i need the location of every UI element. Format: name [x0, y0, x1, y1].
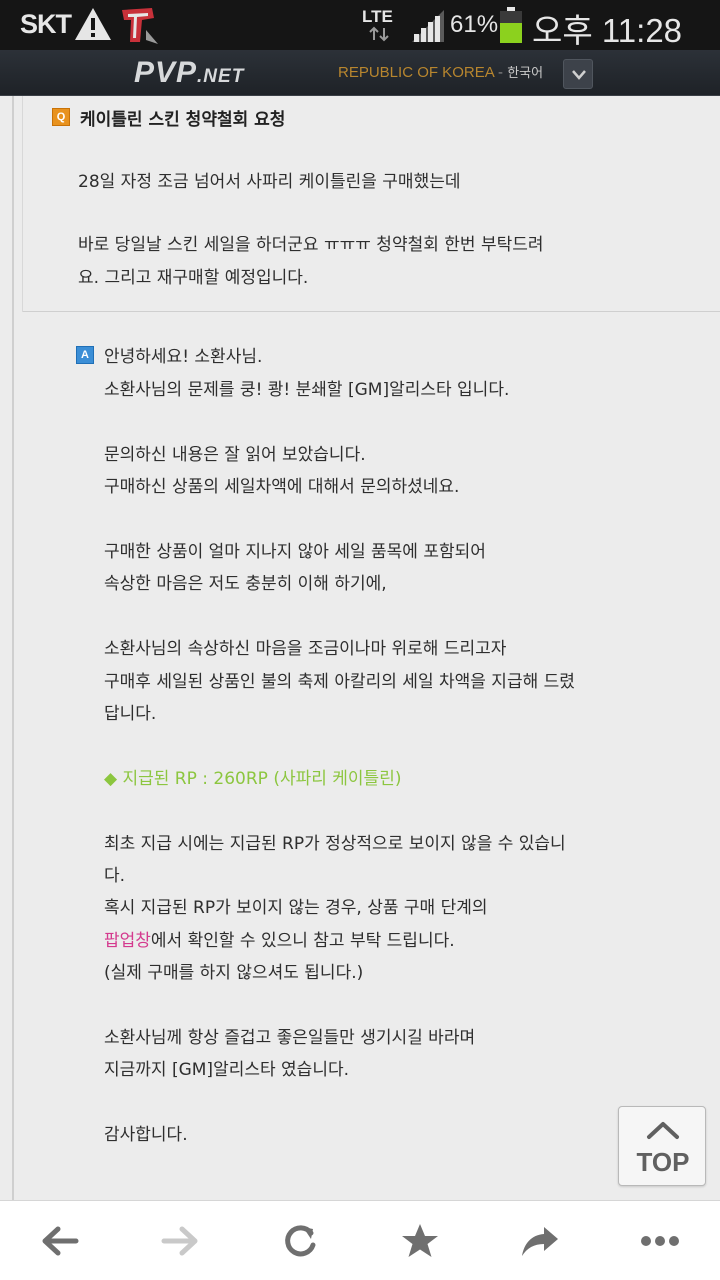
- logo-main: PVP: [134, 56, 198, 89]
- lte-icon: LTE: [362, 7, 393, 42]
- answer-line: (실제 구매를 하지 않으셔도 됩니다.): [104, 963, 364, 984]
- chevron-down-icon: [572, 70, 586, 80]
- question-paragraph: 바로 당일날 스킨 세일을 하더군요 ㅠㅠㅠ 청약철회 한번 부탁드려: [78, 235, 544, 255]
- site-header: PVP.NET REPUBLIC OF KOREA - 한국어: [0, 50, 720, 96]
- answer-line: 소환사님께 항상 즐겁고 좋은일들만 생기시길 바라며: [104, 1028, 476, 1049]
- browser-nav-bar: [0, 1200, 720, 1280]
- question-section: Q 케이틀린 스킨 청약철회 요청 28일 자정 조금 넘어서 사파리 케이틀린…: [22, 96, 720, 312]
- svg-text:LTE: LTE: [362, 7, 393, 26]
- answer-section: A 안녕하세요! 소환사님. 소환사님의 문제를 쿵! 쾅! 분쇄할 [GM]알…: [22, 318, 720, 1200]
- answer-line: 문의하신 내용은 잘 읽어 보았습니다.: [104, 444, 366, 465]
- bookmark-button[interactable]: [398, 1219, 442, 1263]
- region-label: REPUBLIC OF KOREA: [338, 64, 494, 81]
- answer-line: 지금까지 [GM]알리스타 였습니다.: [104, 1060, 349, 1081]
- back-arrow-icon: [42, 1226, 79, 1256]
- more-dots-icon: [641, 1236, 679, 1246]
- battery-percent: 61%: [450, 11, 499, 38]
- signal-strength-icon: [412, 10, 444, 42]
- refresh-icon: [285, 1225, 316, 1257]
- status-bar: SKT LTE 61% 오후 11:28: [0, 0, 720, 50]
- pvp-net-logo[interactable]: PVP.NET: [134, 56, 244, 90]
- region-selector[interactable]: REPUBLIC OF KOREA - 한국어: [338, 62, 543, 81]
- more-menu-button[interactable]: [638, 1219, 682, 1263]
- answer-line: 소환사님의 속상하신 마음을 조금이나마 위로해 드리고자: [104, 639, 507, 660]
- logo-sub: .NET: [197, 66, 245, 87]
- answer-line: 구매한 상품이 얼마 지나지 않아 세일 품목에 포함되어: [104, 542, 486, 562]
- warning-icon: [75, 8, 111, 40]
- answer-line: 구매하신 상품의 세일차액에 대해서 문의하셨네요.: [104, 477, 460, 498]
- carrier-label: SKT: [20, 9, 72, 39]
- content-left-border: [12, 96, 14, 1200]
- forward-arrow-icon: [161, 1226, 198, 1256]
- answer-line: 답니다.: [104, 704, 157, 725]
- question-body: 28일 자정 조금 넘어서 사파리 케이틀린을 구매했는데 바로 당일날 스킨 …: [78, 166, 638, 295]
- answer-line: 혹시 지급된 RP가 보이지 않는 경우, 상품 구매 단계의: [104, 898, 488, 919]
- back-button[interactable]: [38, 1219, 82, 1263]
- answer-body: 소환사님의 문제를 쿵! 쾅! 분쇄할 [GM]알리스타 입니다. 문의하신 내…: [104, 374, 624, 1152]
- answer-line: 구매후 세일된 상품인 불의 축제 아칼리의 세일 차액을 지급해 드렸: [104, 671, 575, 692]
- share-icon: [522, 1227, 558, 1256]
- question-paragraph: 28일 자정 조금 넘어서 사파리 케이틀린을 구매했는데: [78, 172, 461, 192]
- refresh-button[interactable]: [278, 1219, 322, 1263]
- question-paragraph: 요. 그리고 재구매할 예정입니다.: [78, 268, 309, 288]
- scroll-top-label: TOP: [636, 1147, 690, 1177]
- forward-button[interactable]: [158, 1219, 202, 1263]
- scroll-top-button[interactable]: TOP: [618, 1106, 706, 1186]
- star-icon: [402, 1224, 438, 1257]
- answer-icon: A: [76, 346, 94, 364]
- clock: 오후 11:28: [532, 12, 683, 49]
- popup-link[interactable]: 팝업창: [104, 931, 151, 951]
- answer-line: 팝업창에서 확인할 수 있으니 참고 부탁 드립니다.: [104, 925, 624, 957]
- share-button[interactable]: [518, 1219, 562, 1263]
- answer-line: 속상한 마음은 저도 충분히 이해 하기에,: [104, 574, 387, 595]
- answer-line: 다.: [104, 866, 126, 887]
- answer-line: 감사합니다.: [104, 1125, 188, 1146]
- rp-granted-highlight: ◆ 지급된 RP : 260RP (사파리 케이틀린): [104, 768, 402, 789]
- battery-icon: [500, 7, 522, 43]
- chevron-up-icon: [647, 1122, 679, 1139]
- region-separator: -: [493, 64, 508, 81]
- tmap-app-icon: [122, 8, 158, 44]
- answer-line-rest: 에서 확인할 수 있으니 참고 부탁 드립니다.: [150, 930, 455, 951]
- region-dropdown-button[interactable]: [563, 59, 593, 89]
- answer-line: 소환사님의 문제를 쿵! 쾅! 분쇄할 [GM]알리스타 입니다.: [104, 380, 510, 400]
- question-icon: Q: [52, 108, 70, 126]
- inquiry-content: Q 케이틀린 스킨 청약철회 요청 28일 자정 조금 넘어서 사파리 케이틀린…: [0, 96, 720, 1200]
- answer-greeting: 안녕하세요! 소환사님.: [104, 347, 263, 367]
- question-title: 케이틀린 스킨 청약철회 요청: [80, 110, 286, 130]
- language-label: 한국어: [507, 65, 544, 80]
- answer-line: 최초 지급 시에는 지급된 RP가 정상적으로 보이지 않을 수 있습니: [104, 833, 566, 854]
